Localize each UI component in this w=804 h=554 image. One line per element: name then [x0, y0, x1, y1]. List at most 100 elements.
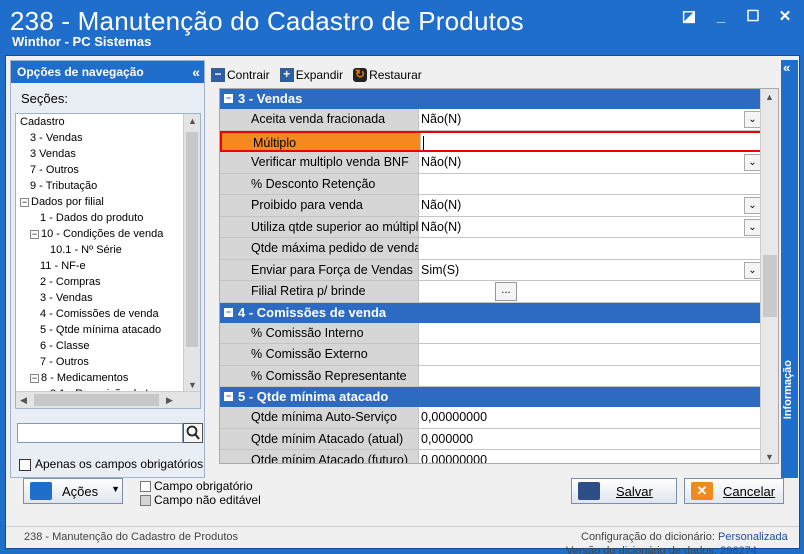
expand-button[interactable]: + Expandir: [279, 68, 343, 82]
property-value-text: 0,000000: [421, 431, 474, 446]
window-title: 238 - Manutenção do Cadastro de Produtos: [10, 6, 524, 36]
property-grid-rows: −3 - Vendas Aceita venda fracionada Não(N)…: [220, 89, 762, 463]
minus-icon: −: [211, 68, 225, 82]
ellipsis-button[interactable]: ...: [495, 282, 517, 301]
actions-label: Ações: [62, 483, 99, 499]
checkbox-box[interactable]: [19, 458, 31, 471]
tree-item[interactable]: 10.1 - Nº Série: [16, 242, 184, 258]
scroll-right-icon[interactable]: ▶: [166, 395, 173, 406]
save-button[interactable]: Salvar: [571, 478, 677, 504]
tree-item[interactable]: 6 - Classe: [16, 338, 184, 354]
property-row: % Comissão Externo: [220, 344, 762, 366]
tree-item[interactable]: 4 - Comissões de venda: [16, 306, 184, 322]
property-value[interactable]: 0,000000: [419, 428, 762, 449]
readonly-swatch: [140, 495, 151, 507]
collapse-nav-icon[interactable]: «: [192, 61, 200, 83]
tree-item[interactable]: 5 - Qtde mínima atacado: [16, 322, 184, 338]
cancel-label: Cancelar: [723, 483, 776, 499]
restore-icon: ↻: [353, 67, 368, 82]
property-value[interactable]: Não(N) ⌄: [419, 195, 762, 216]
property-value[interactable]: 0,00000000: [419, 450, 762, 463]
tree-item[interactable]: 2 - Compras: [16, 274, 184, 290]
tree-item[interactable]: 11 - NF-e: [16, 258, 184, 274]
property-value[interactable]: ...: [419, 281, 762, 302]
grid-category[interactable]: −3 - Vendas: [220, 89, 762, 109]
tree-item[interactable]: −8 - Medicamentos: [16, 370, 184, 386]
scroll-up-icon[interactable]: ▲: [188, 116, 197, 126]
tree-item-label: 7 - Outros: [40, 356, 89, 368]
property-row: Qtde mínim Atacado (atual) 0,000000: [220, 428, 762, 450]
property-row: Enviar para Força de Vendas Sim(S) ⌄: [220, 259, 762, 281]
property-value[interactable]: [419, 322, 762, 343]
search-button[interactable]: [183, 423, 203, 443]
grid-category[interactable]: −4 - Comissões de venda: [220, 302, 762, 323]
tree-toggle-icon[interactable]: −: [30, 229, 39, 239]
scroll-left-icon[interactable]: ◀: [20, 395, 27, 406]
actions-button[interactable]: Ações ▼: [23, 478, 123, 504]
grid-scroll-up-icon[interactable]: ▲: [765, 92, 774, 102]
required-only-checkbox[interactable]: Apenas os campos obrigatórios: [19, 457, 203, 471]
property-value[interactable]: [419, 344, 762, 365]
tree-item-label: 7 - Outros: [30, 164, 79, 176]
sections-label: Seções:: [21, 91, 68, 106]
cancel-button[interactable]: ✕ Cancelar: [684, 478, 784, 504]
tree-item[interactable]: 1 - Dados do produto: [16, 210, 184, 226]
sections-tree: Cadastro 3 - Vendas 3 Vendas 7 - Outros 9 - …: [15, 113, 201, 409]
chevron-down-icon[interactable]: ⌄: [744, 218, 761, 236]
tree-item[interactable]: −10 - Condições de venda: [16, 226, 184, 242]
property-value[interactable]: Sim(S) ⌄: [419, 259, 762, 280]
help-icon[interactable]: ◪: [680, 8, 698, 26]
tree-item[interactable]: 7 - Outros: [16, 162, 184, 178]
collapse-category-icon[interactable]: −: [224, 392, 233, 401]
tree-horizontal-scrollbar[interactable]: ◀ ▶: [16, 391, 200, 408]
collapse-category-icon[interactable]: −: [224, 94, 233, 103]
tree-item[interactable]: 3 - Vendas: [16, 130, 184, 146]
info-panel-strip[interactable]: « Informação: [781, 60, 798, 478]
chevron-down-icon[interactable]: ▼: [111, 484, 120, 494]
property-value[interactable]: 0,00000000: [419, 407, 762, 428]
property-value[interactable]: Não(N) ⌄: [419, 216, 762, 237]
tree-toggle-icon[interactable]: −: [30, 373, 39, 383]
property-value[interactable]: Não(N) ⌄: [419, 152, 762, 173]
property-value[interactable]: [419, 365, 762, 386]
grid-vertical-scrollbar[interactable]: ▲ ▼: [760, 89, 778, 463]
property-value[interactable]: [419, 238, 762, 259]
tree-item[interactable]: 9 - Tributação: [16, 178, 184, 194]
tree-item-label: 8 - Medicamentos: [41, 372, 129, 384]
grid-scroll-down-icon[interactable]: ▼: [765, 452, 774, 462]
property-label: Qtde mínim Atacado (futuro): [220, 450, 419, 463]
tree-hscroll-thumb[interactable]: [34, 394, 159, 406]
nav-header: Opções de navegação «: [11, 61, 204, 83]
close-button[interactable]: ✕: [776, 8, 794, 26]
tree-item[interactable]: Cadastro: [16, 114, 184, 130]
tree-item[interactable]: − Dados por filial: [16, 194, 184, 210]
property-value[interactable]: [421, 132, 760, 151]
tree-toggle-icon[interactable]: −: [20, 197, 29, 207]
chevron-down-icon[interactable]: ⌄: [744, 111, 761, 128]
tree-scroll-thumb[interactable]: [186, 132, 198, 347]
chevron-down-icon[interactable]: ⌄: [744, 197, 761, 214]
grid-category[interactable]: −5 - Qtde mínima atacado: [220, 387, 762, 407]
tree-item-label: 11 - NF-e: [40, 260, 86, 272]
tree-item[interactable]: 7 - Outros: [16, 354, 184, 370]
chevron-down-icon[interactable]: ⌄: [744, 154, 761, 171]
property-value[interactable]: Não(N) ⌄: [419, 109, 762, 130]
tree-vertical-scrollbar[interactable]: ▲ ▼: [183, 114, 200, 392]
property-value[interactable]: [419, 173, 762, 194]
property-label: Verificar multiplo venda BNF: [220, 152, 419, 173]
minimize-button[interactable]: _: [712, 8, 730, 26]
tree-item[interactable]: 3 - Vendas: [16, 290, 184, 306]
grid-scroll-thumb[interactable]: [763, 255, 777, 317]
expand-info-icon[interactable]: «: [783, 60, 790, 75]
scroll-down-icon[interactable]: ▼: [188, 380, 197, 390]
maximize-button[interactable]: ☐: [744, 8, 762, 26]
property-label: % Comissão Interno: [220, 322, 419, 343]
tree-item[interactable]: 3 Vendas: [16, 146, 184, 162]
chevron-down-icon[interactable]: ⌄: [744, 261, 761, 279]
search-input[interactable]: [17, 423, 183, 443]
tree-item-label: 3 - Vendas: [40, 292, 93, 304]
restore-button[interactable]: ↻ Restaurar: [353, 68, 422, 82]
collapse-category-icon[interactable]: −: [224, 307, 233, 317]
collapse-button[interactable]: − Contrair: [211, 68, 270, 82]
property-label: % Comissão Representante: [220, 365, 419, 386]
